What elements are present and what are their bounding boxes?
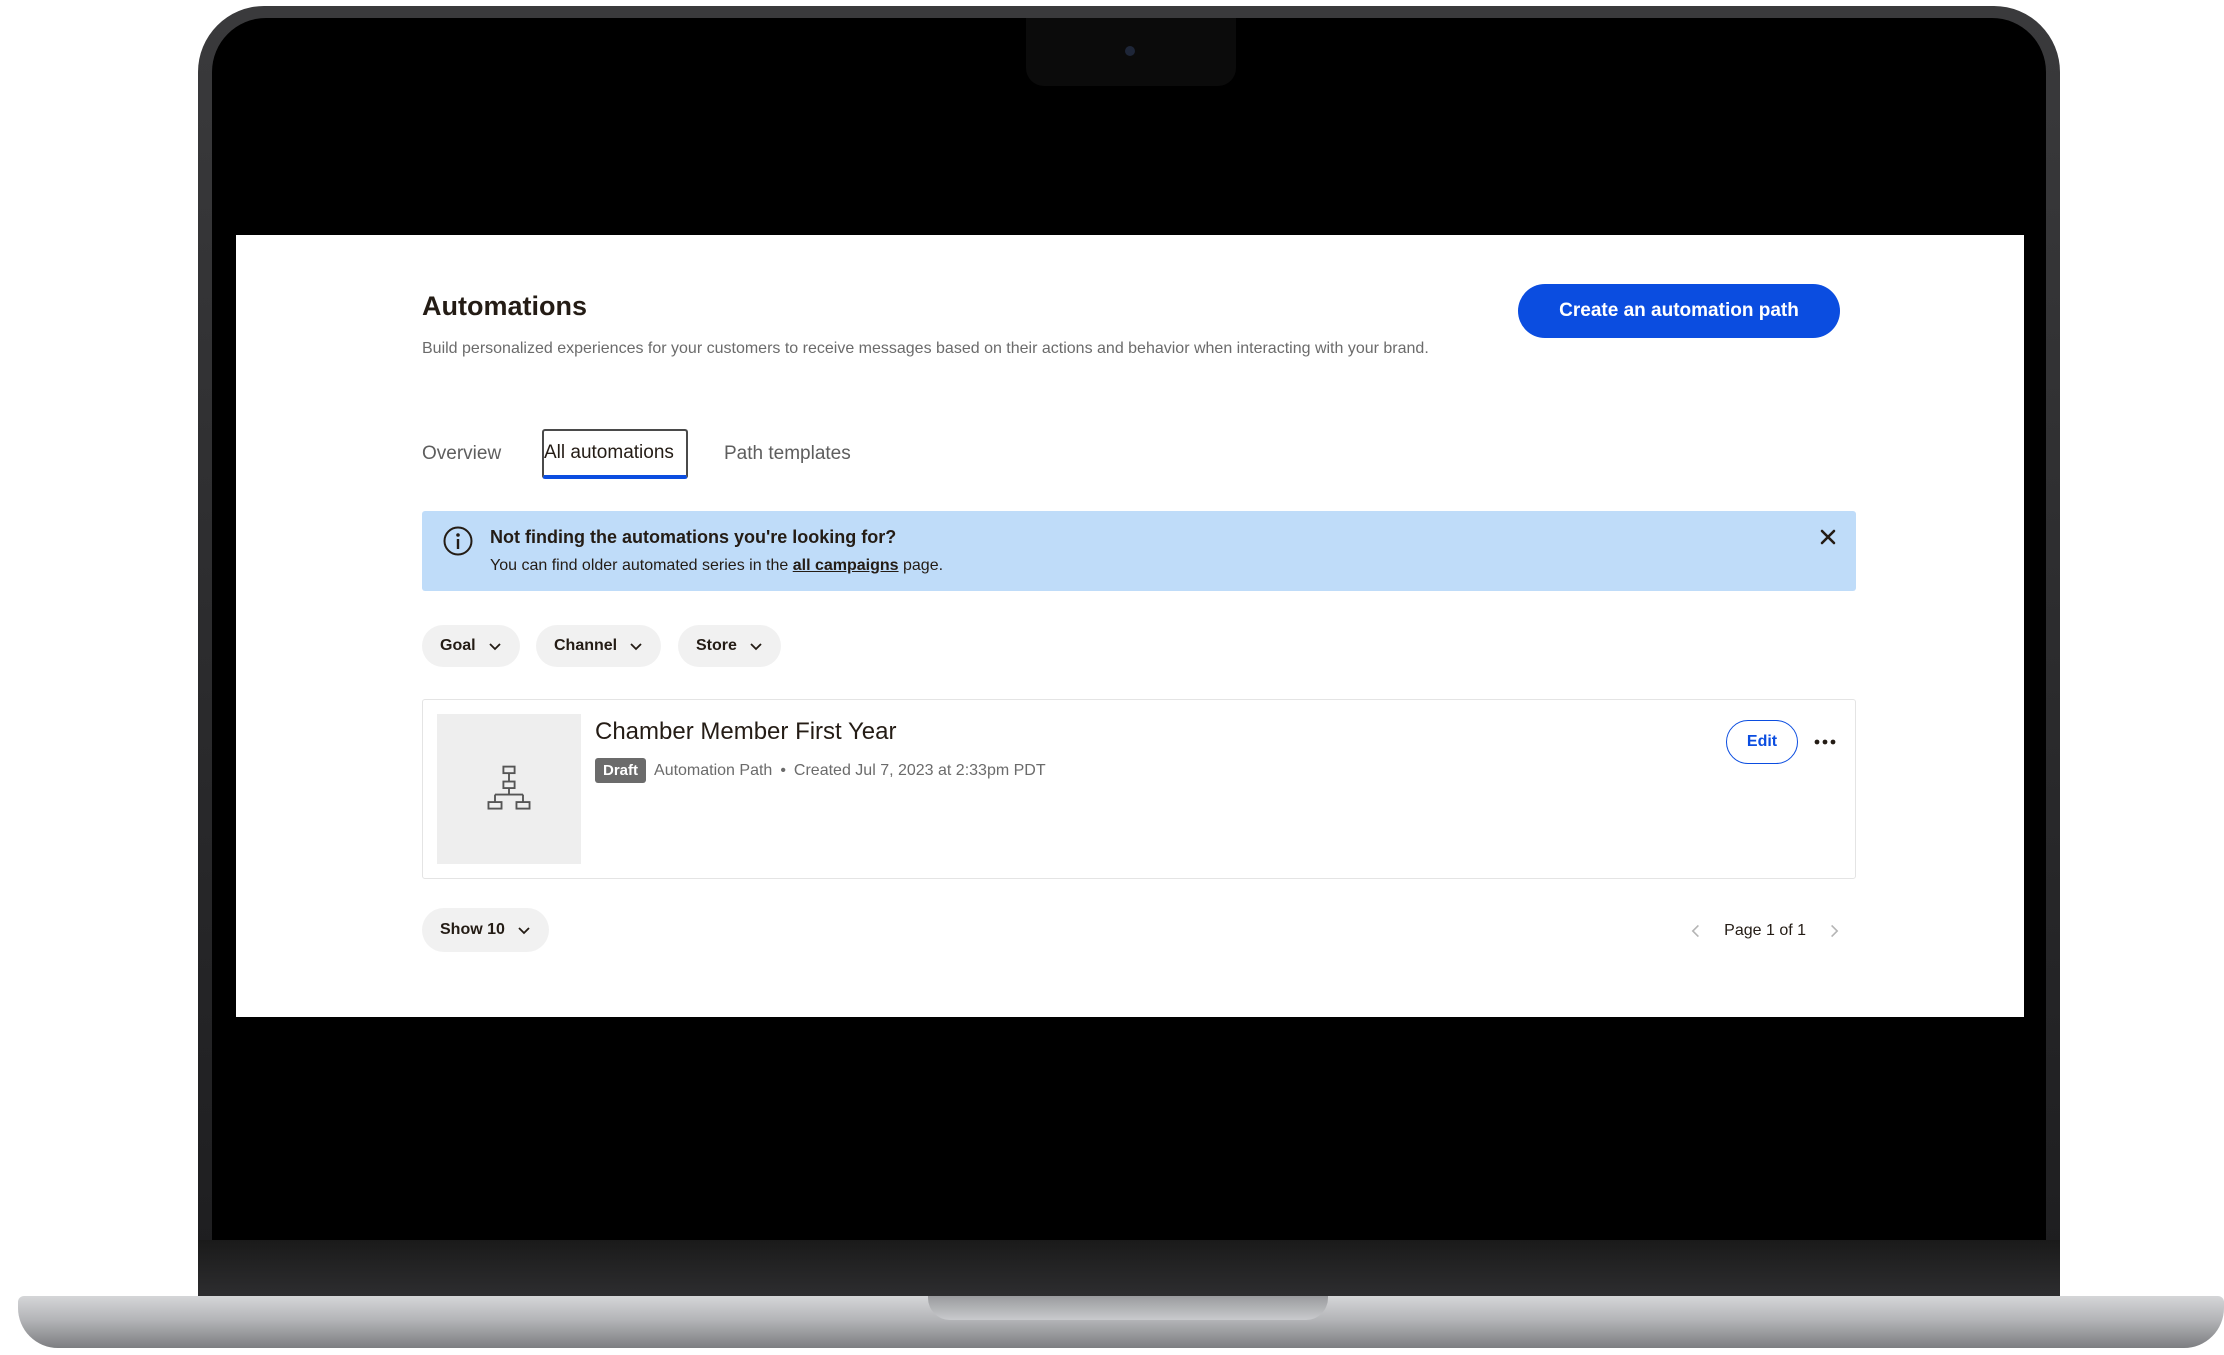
more-options-icon[interactable] — [1807, 726, 1843, 758]
automation-meta: Draft Automation Path • Created Jul 7, 2… — [595, 758, 1046, 783]
edit-button[interactable]: Edit — [1726, 720, 1798, 764]
banner-title: Not finding the automations you're looki… — [490, 527, 897, 547]
tab-overview[interactable]: Overview — [422, 429, 501, 479]
automation-type: Automation Path — [654, 761, 773, 779]
page-description: Build personalized experiences for your … — [422, 340, 1429, 357]
page-size-select[interactable]: Show 10 — [422, 908, 549, 952]
chevron-down-icon — [518, 927, 530, 935]
tab-path-templates[interactable]: Path templates — [724, 429, 851, 479]
automation-thumbnail — [437, 714, 581, 864]
automation-title[interactable]: Chamber Member First Year — [595, 718, 896, 746]
created-date: Created Jul 7, 2023 at 2:33pm PDT — [793, 761, 1046, 779]
info-icon — [442, 525, 474, 557]
chevron-down-icon — [630, 643, 642, 651]
tab-bar: Overview All automations Path templates — [422, 429, 1022, 479]
banner-body: You can find older automated series in t… — [490, 557, 943, 575]
pagination: Page 1 of 1 — [1686, 915, 1844, 947]
chevron-left-icon[interactable] — [1686, 921, 1706, 941]
close-icon[interactable] — [1816, 525, 1840, 549]
tab-all-automations[interactable]: All automations — [542, 429, 688, 479]
flow-diagram-icon — [487, 765, 531, 810]
store-filter[interactable]: Store — [678, 625, 781, 667]
chevron-down-icon — [488, 643, 501, 651]
banner-body-text: You can find older automated series in t… — [490, 557, 793, 574]
page-title: Automations — [422, 291, 587, 321]
status-badge: Draft — [595, 758, 647, 783]
app-screen: Automations Build personalized experienc… — [236, 235, 2024, 1017]
chevron-right-icon[interactable] — [1824, 921, 1844, 941]
meta-separator: • — [780, 761, 786, 779]
laptop-mockup: Automations Build personalized experienc… — [0, 0, 2224, 1355]
all-campaigns-link[interactable]: all campaigns — [793, 557, 899, 574]
channel-filter-label: Channel — [554, 637, 618, 654]
lid-bottom — [198, 1240, 2060, 1296]
goal-filter-label: Goal — [440, 637, 476, 654]
automation-list-item[interactable]: Chamber Member First Year Draft Automati… — [422, 699, 1856, 879]
page-size-label: Show 10 — [440, 921, 505, 938]
info-banner: Not finding the automations you're looki… — [422, 511, 1856, 591]
chevron-down-icon — [750, 643, 762, 651]
camera-icon — [1125, 46, 1135, 56]
create-automation-path-button[interactable]: Create an automation path — [1518, 284, 1840, 338]
laptop-base-notch — [928, 1296, 1328, 1320]
channel-filter[interactable]: Channel — [536, 625, 662, 667]
page-indicator: Page 1 of 1 — [1724, 922, 1806, 939]
store-filter-label: Store — [696, 637, 737, 654]
goal-filter[interactable]: Goal — [422, 625, 520, 667]
banner-body-suffix: page. — [898, 557, 944, 574]
